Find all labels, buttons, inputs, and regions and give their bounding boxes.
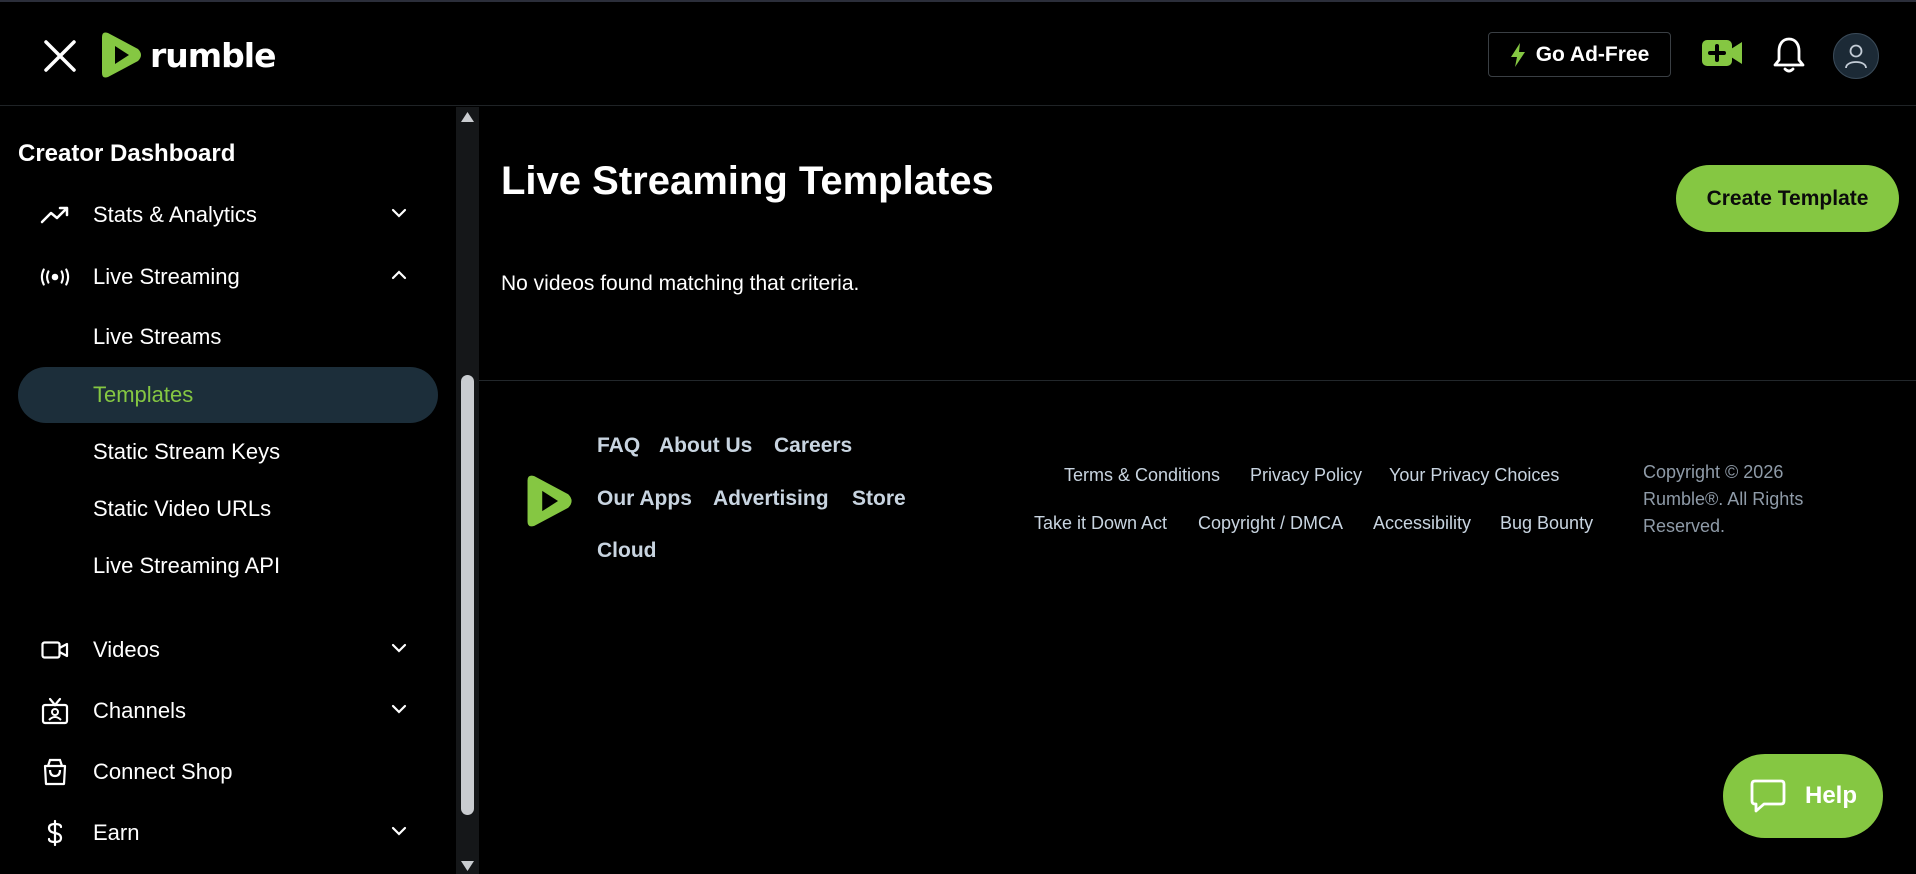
close-menu-button[interactable] (40, 36, 80, 76)
close-icon (44, 40, 76, 72)
sidebar-subitem-label: Live Streams (93, 324, 222, 349)
go-ad-free-button[interactable]: Go Ad-Free (1488, 32, 1671, 77)
footer-link-cloud[interactable]: Cloud (597, 539, 656, 563)
page-title: Live Streaming Templates (501, 159, 994, 203)
sidebar-item-videos[interactable]: Videos (18, 622, 438, 678)
notifications-button[interactable] (1772, 36, 1806, 79)
sidebar-item-label: Stats & Analytics (93, 202, 257, 227)
lightning-icon (1510, 42, 1525, 67)
sidebar-subitem-templates[interactable]: Templates (18, 367, 438, 423)
scrollbar-thumb[interactable] (461, 375, 474, 815)
sidebar-subitem-label: Static Video URLs (93, 496, 272, 521)
bell-icon (1773, 37, 1805, 73)
footer-link-store[interactable]: Store (852, 487, 906, 511)
sidebar-item-label: Connect Shop (93, 759, 233, 784)
sidebar-item-label: Live Streaming (93, 264, 240, 289)
sidebar-item-label: Videos (93, 637, 160, 662)
footer-legal-take-it-down[interactable]: Take it Down Act (1034, 513, 1167, 534)
sidebar-item-label: Earn (93, 820, 140, 845)
go-ad-free-label: Go Ad-Free (1535, 42, 1650, 66)
sidebar-subitem-live-streaming-api[interactable]: Live Streaming API (18, 538, 438, 594)
upload-video-button[interactable] (1702, 38, 1744, 73)
chat-bubble-icon (1750, 779, 1786, 813)
sidebar-subitem-static-stream-keys[interactable]: Static Stream Keys (18, 424, 438, 480)
sidebar-title: Creator Dashboard (18, 140, 236, 167)
footer-divider (479, 380, 1916, 381)
footer-link-advertising[interactable]: Advertising (713, 487, 829, 511)
upload-video-icon (1702, 40, 1742, 66)
footer-link-about-us[interactable]: About Us (659, 434, 752, 458)
top-header: rumble Go Ad-Free (0, 2, 1916, 106)
main-content: Live Streaming Templates Create Template… (479, 107, 1916, 874)
rumble-play-icon (527, 475, 572, 527)
footer-link-careers[interactable]: Careers (774, 434, 852, 458)
video-camera-icon (40, 635, 70, 665)
broadcast-icon (40, 262, 70, 292)
sidebar-subitem-label: Templates (93, 382, 194, 407)
trending-up-icon (40, 200, 70, 230)
help-label: Help (1804, 782, 1857, 809)
footer-legal-terms[interactable]: Terms & Conditions (1064, 465, 1220, 486)
rumble-logo[interactable]: rumble (98, 30, 276, 80)
footer-legal-privacy-policy[interactable]: Privacy Policy (1250, 465, 1362, 486)
shopping-bag-icon (40, 757, 70, 787)
sidebar-subitem-label: Static Stream Keys (93, 439, 281, 464)
copyright-text: Copyright © 2026 Rumble®. All Rights Res… (1643, 462, 1804, 536)
sidebar-item-label: Channels (93, 698, 186, 723)
help-button[interactable]: Help (1723, 754, 1883, 838)
user-icon (1845, 44, 1867, 69)
sidebar-item-channels[interactable]: Channels (18, 683, 438, 739)
dollar-icon (40, 818, 70, 848)
footer-legal-copyright-dmca[interactable]: Copyright / DMCA (1198, 513, 1343, 534)
user-avatar-button[interactable] (1833, 33, 1879, 79)
sidebar-item-live-streaming[interactable]: Live Streaming (18, 249, 438, 305)
chevron-up-icon (390, 268, 408, 286)
chevron-down-icon (390, 702, 408, 720)
chevron-down-icon (390, 206, 408, 224)
scroll-up-arrow-icon[interactable] (460, 111, 475, 123)
sidebar-item-stats-analytics[interactable]: Stats & Analytics (18, 187, 438, 243)
footer-link-faq[interactable]: FAQ (597, 434, 640, 458)
sidebar-subitem-static-video-urls[interactable]: Static Video URLs (18, 481, 438, 537)
rumble-play-icon (102, 32, 141, 78)
sidebar-item-connect-shop[interactable]: Connect Shop (18, 744, 438, 800)
empty-state-message: No videos found matching that criteria. (501, 272, 860, 295)
sidebar-item-earn[interactable]: Earn (18, 805, 438, 861)
footer-logo[interactable] (523, 473, 575, 534)
sidebar-scrollbar[interactable] (456, 107, 479, 874)
sidebar-subitem-live-streams[interactable]: Live Streams (18, 309, 438, 365)
scroll-down-arrow-icon[interactable] (460, 860, 475, 872)
chevron-down-icon (390, 824, 408, 842)
logo-text: rumble (150, 35, 276, 75)
sidebar-subitem-label: Live Streaming API (93, 553, 281, 578)
footer-legal-bug-bounty[interactable]: Bug Bounty (1500, 513, 1593, 534)
chevron-down-icon (390, 641, 408, 659)
creator-sidebar: Creator Dashboard Stats & Analytics Live… (0, 107, 456, 874)
footer-legal-accessibility[interactable]: Accessibility (1373, 513, 1471, 534)
tv-icon (40, 696, 70, 726)
footer-legal-privacy-choices[interactable]: Your Privacy Choices (1389, 465, 1559, 486)
create-template-button[interactable]: Create Template (1676, 165, 1899, 232)
footer-link-our-apps[interactable]: Our Apps (597, 487, 692, 511)
